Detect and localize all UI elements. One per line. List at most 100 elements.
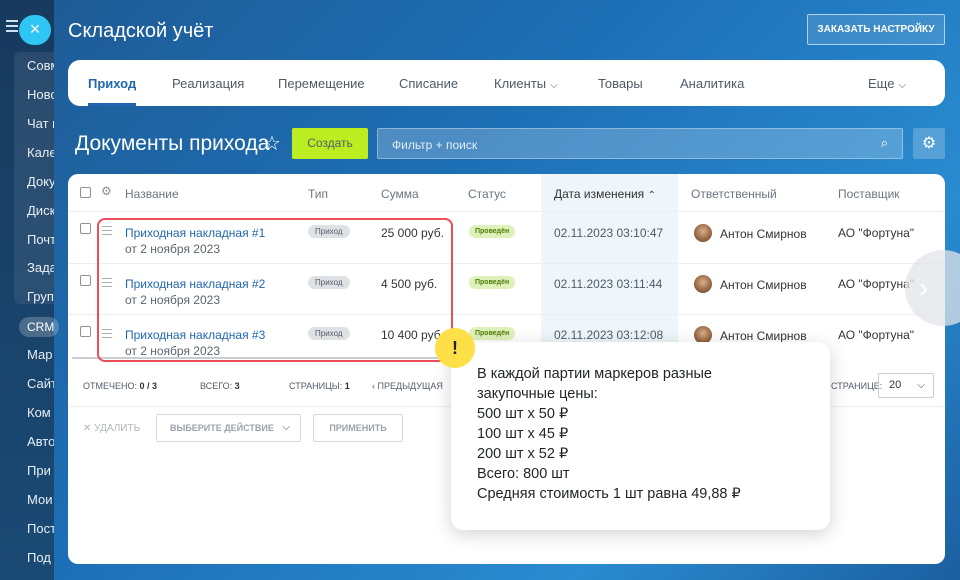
sidebar-item[interactable]: Кале: [27, 145, 54, 160]
date-changed: 02.11.2023 03:12:08: [554, 328, 664, 342]
sidebar-item[interactable]: Совм: [27, 58, 54, 73]
column-header-status[interactable]: Статус: [468, 187, 506, 201]
chevron-down-icon: ⌵: [917, 380, 925, 391]
column-header-sum[interactable]: Сумма: [381, 187, 419, 201]
column-header-responsible[interactable]: Ответственный: [691, 187, 777, 201]
sort-asc-icon: ⌃: [647, 190, 656, 201]
chevron-down-icon: ⌵: [282, 422, 290, 433]
avatar: [694, 275, 712, 293]
pages-label: СТРАНИЦЫ:: [289, 381, 343, 391]
column-header-supplier[interactable]: Поставщик: [838, 187, 900, 201]
tab-sales[interactable]: Реализация: [172, 76, 244, 91]
row-checkbox[interactable]: [80, 326, 91, 337]
sidebar-item[interactable]: Зада: [27, 260, 54, 275]
per-page-label: СТРАНИЦЕ:: [831, 381, 883, 391]
sidebar-item[interactable]: Доку: [27, 174, 54, 189]
select-all-checkbox[interactable]: [80, 187, 91, 198]
create-button[interactable]: Создать: [292, 128, 368, 159]
tab-more-label: Еще: [868, 76, 895, 91]
tab-analytics[interactable]: Аналитика: [680, 76, 744, 91]
pages-value[interactable]: 1: [345, 381, 350, 391]
column-header-type[interactable]: Тип: [308, 187, 328, 201]
sidebar-item[interactable]: Ново: [27, 87, 54, 102]
supplier-name: АО "Фортуна": [838, 328, 915, 342]
responsible-person[interactable]: Антон Смирнов: [720, 227, 807, 241]
tab-products[interactable]: Товары: [598, 76, 643, 91]
search-icon[interactable]: ⌕: [881, 135, 888, 151]
total-value: 3: [234, 381, 240, 391]
per-page-value: 20: [889, 379, 902, 391]
supplier-name: АО "Фортуна": [838, 226, 915, 240]
sidebar-item[interactable]: Диск: [27, 203, 54, 218]
delete-label: УДАЛИТЬ: [94, 423, 141, 434]
sidebar-item-crm[interactable]: CRM: [19, 317, 59, 337]
apply-button[interactable]: ПРИМЕНИТЬ: [313, 414, 403, 442]
avatar: [694, 224, 712, 242]
tab-incoming[interactable]: Приход: [88, 76, 136, 91]
action-select-label: ВЫБЕРИТЕ ДЕЙСТВИЕ: [170, 423, 274, 433]
row-checkbox[interactable]: [80, 223, 91, 234]
sidebar-item[interactable]: Ком: [27, 405, 51, 420]
status-badge: Проведён: [469, 327, 516, 340]
order-setup-button[interactable]: ЗАКАЗАТЬ НАСТРОЙКУ: [807, 14, 945, 45]
sidebar-item[interactable]: Мои: [27, 492, 52, 507]
tooltip-line: 500 шт х 50 ₽: [477, 406, 569, 422]
sidebar-item[interactable]: Сайт: [27, 376, 54, 391]
sidebar-item[interactable]: Чат и: [27, 116, 54, 131]
tooltip-line: закупочные цены:: [477, 386, 598, 402]
tab-writeoff[interactable]: Списание: [399, 76, 458, 91]
date-changed: 02.11.2023 03:11:44: [554, 277, 663, 291]
settings-icon[interactable]: ⚙: [101, 184, 112, 198]
total-label: ВСЕГО:: [200, 381, 233, 391]
tab-clients[interactable]: Клиенты ⌵: [494, 76, 558, 91]
tooltip-line: Средняя стоимость 1 шт равна 49,88 ₽: [477, 486, 741, 502]
status-badge: Проведён: [469, 225, 516, 238]
row-checkbox[interactable]: [80, 275, 91, 286]
exclamation-icon: !: [435, 328, 475, 368]
close-icon: ✕: [83, 423, 92, 434]
sidebar-item[interactable]: Авто: [27, 434, 54, 449]
prev-page-link[interactable]: ‹ ПРЕДЫДУЩАЯ: [372, 381, 443, 391]
pages-count: СТРАНИЦЫ: 1: [289, 381, 350, 391]
sidebar-item[interactable]: При: [27, 463, 51, 478]
date-changed: 02.11.2023 03:10:47: [554, 226, 664, 240]
responsible-person[interactable]: Антон Смирнов: [720, 278, 807, 292]
prev-page-label: ПРЕДЫДУЩАЯ: [377, 381, 443, 391]
tab-clients-label: Клиенты: [494, 76, 547, 91]
total-count: ВСЕГО: 3: [200, 381, 240, 391]
gear-icon[interactable]: ⚙: [913, 128, 945, 159]
active-tab-underline: [88, 103, 136, 106]
sidebar-item[interactable]: Под: [27, 550, 51, 565]
status-badge: Проведён: [469, 276, 516, 289]
tab-transfer[interactable]: Перемещение: [278, 76, 365, 91]
column-header-name[interactable]: Название: [125, 187, 179, 201]
sidebar-item[interactable]: Пост: [27, 521, 54, 536]
tab-more[interactable]: Еще ⌵: [868, 76, 906, 91]
supplier-name: АО "Фортуна": [838, 277, 915, 291]
responsible-person[interactable]: Антон Смирнов: [720, 329, 807, 343]
row-divider: [68, 211, 945, 212]
chevron-left-icon: ‹: [372, 381, 375, 391]
selected-value: 0 / 3: [139, 381, 158, 391]
search-placeholder: Фильтр + поиск: [392, 138, 478, 152]
star-icon[interactable]: ☆: [263, 131, 281, 156]
app-title: Складской учёт: [68, 20, 214, 42]
left-sidebar: Совм Ново Чат и Кале Доку Диск Почт Зада…: [0, 0, 54, 580]
selected-count: ОТМЕЧЕНО: 0 / 3: [83, 381, 157, 391]
sidebar-item[interactable]: Мар: [27, 347, 52, 362]
tooltip-line: 200 шт х 52 ₽: [477, 446, 569, 462]
search-input[interactable]: Фильтр + поиск ⌕: [377, 128, 903, 159]
sorted-column-bg: [541, 174, 678, 354]
chevron-down-icon: ⌵: [898, 80, 907, 91]
delete-button[interactable]: ✕ УДАЛИТЬ: [83, 423, 140, 434]
column-header-date[interactable]: Дата изменения ⌃: [554, 187, 656, 201]
chevron-down-icon: ⌵: [550, 80, 558, 91]
tooltip-line: Всего: 800 шт: [477, 466, 570, 482]
info-tooltip: В каждой партии маркеров разные закупочн…: [451, 342, 830, 530]
per-page-select[interactable]: 20 ⌵: [878, 373, 934, 398]
menu-icon[interactable]: [6, 20, 18, 32]
action-select[interactable]: ВЫБЕРИТЕ ДЕЙСТВИЕ ⌵: [156, 414, 301, 442]
sidebar-item[interactable]: Почт: [27, 232, 54, 247]
sidebar-item[interactable]: Груп: [27, 289, 54, 304]
close-icon[interactable]: ×: [19, 15, 51, 45]
